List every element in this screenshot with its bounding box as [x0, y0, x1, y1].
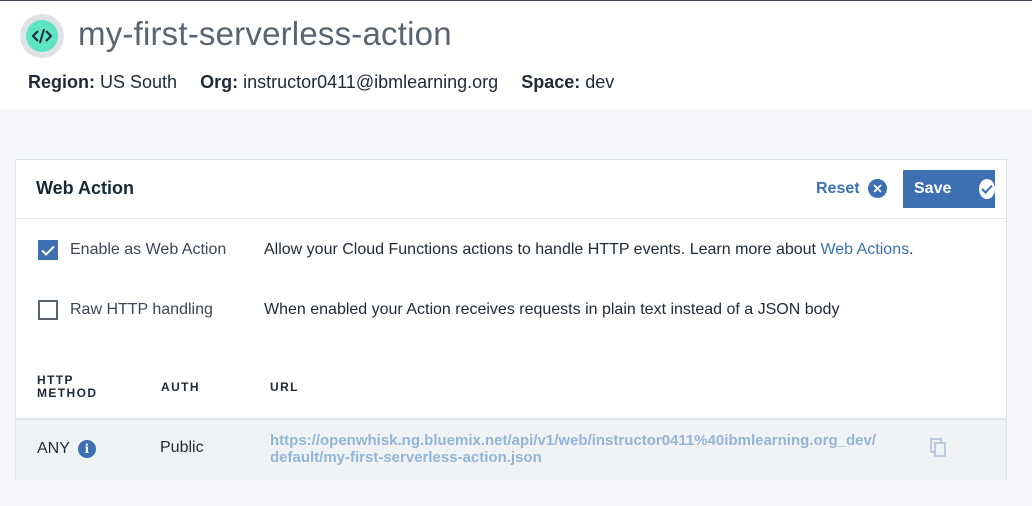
column-header-url: URL: [270, 380, 299, 394]
enable-web-action-checkbox[interactable]: [38, 240, 58, 260]
page-header: my-first-serverless-action Region: US So…: [0, 1, 1032, 109]
org-label: Org:: [200, 72, 239, 92]
action-logo: [20, 14, 64, 58]
raw-http-description: When enabled your Action receives reques…: [264, 301, 840, 318]
column-header-http-method: HTTP METHOD: [37, 374, 97, 400]
space-label: Space:: [521, 72, 581, 92]
web-action-card: Web Action Reset Save Enable as Web Acti…: [15, 159, 1007, 480]
save-label: Save: [914, 180, 952, 197]
raw-http-checkbox[interactable]: [38, 300, 58, 320]
copy-icon[interactable]: [930, 438, 946, 462]
table-row: ANY i Public https://openwhisk.ng.bluemix…: [16, 418, 1006, 480]
region-label: Region:: [28, 72, 95, 92]
raw-http-label: Raw HTTP handling: [70, 301, 213, 318]
auth-cell: Public: [160, 439, 204, 456]
info-icon[interactable]: i: [77, 440, 96, 458]
enable-web-action-option[interactable]: Enable as Web Action: [38, 240, 226, 260]
close-circle-icon: [867, 179, 887, 198]
page-title: my-first-serverless-action: [78, 15, 452, 52]
card-header: Web Action Reset Save: [16, 160, 1006, 219]
checkmark-circle-icon: [979, 179, 995, 199]
description-suffix: .: [909, 241, 914, 258]
web-actions-link[interactable]: Web Actions: [820, 241, 909, 258]
method-value: ANY: [37, 440, 70, 458]
code-brackets-icon: [26, 20, 58, 52]
method-header-line2: METHOD: [37, 386, 98, 400]
action-meta: Region: US South Org: instructor0411@ibm…: [28, 72, 632, 93]
reset-button[interactable]: Reset: [816, 179, 887, 198]
enable-web-action-description: Allow your Cloud Functions actions to ha…: [264, 241, 914, 259]
url-cell[interactable]: https://openwhisk.ng.bluemix.net/api/v1/…: [270, 432, 882, 466]
space-value: dev: [585, 72, 615, 92]
description-text: Allow your Cloud Functions actions to ha…: [264, 241, 821, 258]
save-button[interactable]: Save: [903, 170, 995, 208]
card-title: Web Action: [36, 178, 134, 198]
region-value: US South: [100, 72, 178, 92]
raw-http-option[interactable]: Raw HTTP handling: [38, 300, 213, 320]
reset-label: Reset: [816, 179, 860, 197]
enable-web-action-label: Enable as Web Action: [70, 241, 227, 258]
org-value: instructor0411@ibmlearning.org: [243, 72, 499, 92]
column-header-auth: AUTH: [161, 380, 200, 394]
method-cell: ANY i: [37, 440, 96, 458]
